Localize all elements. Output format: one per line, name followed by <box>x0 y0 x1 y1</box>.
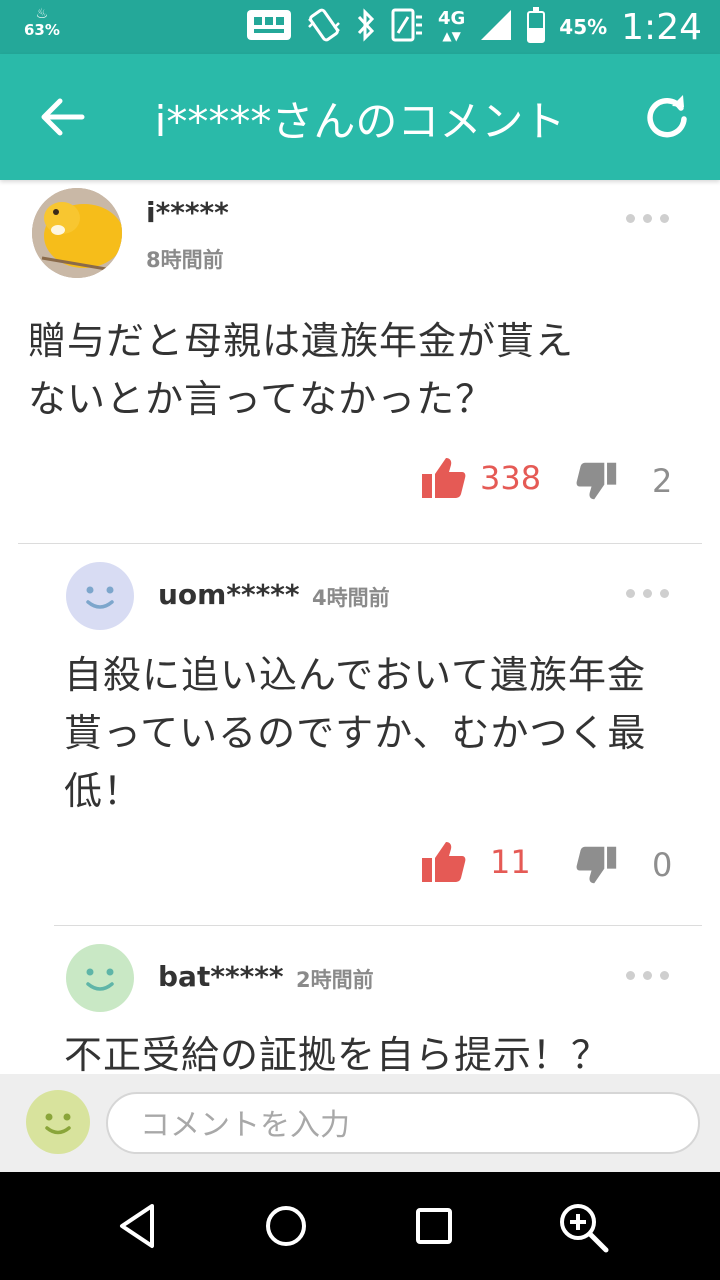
back-button[interactable] <box>38 92 88 142</box>
signal-icon <box>479 8 513 46</box>
dislike-count: 2 <box>652 462 673 500</box>
reply-timestamp: 4時間前 <box>312 586 390 610</box>
battery-icon <box>527 7 546 43</box>
reload-button[interactable] <box>644 94 690 140</box>
nfc-icon <box>390 7 424 47</box>
vibrate-icon <box>306 7 342 47</box>
comment-input-wrapper[interactable] <box>106 1092 700 1154</box>
like-button[interactable]: 338 <box>420 456 541 500</box>
comment-line: 貰っているのですか、むかつく最 <box>64 711 647 755</box>
my-avatar <box>26 1090 90 1154</box>
dislike-count: 0 <box>652 846 673 884</box>
thumbs-down-icon <box>576 462 617 500</box>
thumbs-up-icon <box>422 458 466 498</box>
like-count: 11 <box>490 843 531 881</box>
page-title: i*****さんのコメント <box>154 97 566 146</box>
comment-timestamp: 8時間前 <box>146 248 224 272</box>
status-icons: 4G ▲▼ 45% 1:24 <box>246 6 702 48</box>
bird-avatar-icon <box>32 188 122 278</box>
reply-timestamp: 2時間前 <box>296 968 374 992</box>
network-label: 4G <box>437 7 466 29</box>
dislike-button[interactable]: 0 <box>576 844 672 886</box>
comment-input-bar <box>0 1074 720 1172</box>
zoom-icon <box>560 1204 609 1253</box>
thumbs-down-icon <box>576 846 617 884</box>
like-count: 338 <box>480 459 542 497</box>
avatar-smiley[interactable] <box>66 562 134 630</box>
reply-body: 自殺に追い込んでおいて遺族年金 貰っているのですか、むかつく最 低！ <box>64 646 704 820</box>
recents-square-icon <box>416 1208 452 1244</box>
arrow-left-icon <box>41 98 85 136</box>
status-left-text: 63% <box>24 21 60 39</box>
nav-zoom-button[interactable] <box>552 1196 612 1256</box>
dislike-button[interactable]: 2 <box>576 460 672 502</box>
network-4g-icon: 4G ▲▼ <box>437 7 466 43</box>
comment-line: ないとか言ってなかった？ <box>28 377 495 421</box>
smiley-face-icon <box>45 1113 71 1135</box>
divider <box>54 925 702 926</box>
divider <box>18 543 702 544</box>
status-left-indicator: ♨ 63% <box>24 6 60 38</box>
comment-input[interactable] <box>138 1104 662 1146</box>
more-options-button[interactable] <box>626 589 669 598</box>
clock: 1:24 <box>621 6 702 48</box>
battery-percent: 45% <box>559 15 608 39</box>
like-button[interactable]: 11 <box>420 840 531 884</box>
back-triangle-icon <box>120 1204 154 1248</box>
system-nav-bar <box>0 1172 720 1280</box>
flame-icon: ♨ <box>35 6 49 22</box>
reply-username[interactable]: uom***** <box>158 578 300 611</box>
comment-line: 低！ <box>64 769 143 813</box>
smiley-face-icon <box>86 586 114 609</box>
nav-home-button[interactable] <box>256 1196 316 1256</box>
smiley-face-icon <box>86 968 114 991</box>
avatar-smiley[interactable] <box>66 944 134 1012</box>
app-bar: i*****さんのコメント <box>0 54 720 180</box>
avatar-bird[interactable] <box>32 188 122 278</box>
nav-back-button[interactable] <box>108 1196 168 1256</box>
home-circle-icon <box>266 1206 306 1246</box>
more-options-button[interactable] <box>626 971 669 980</box>
status-bar: ♨ 63% 4G ▲▼ 45% 1:24 <box>0 0 720 54</box>
comment-body: 贈与だと母親は遺族年金が貰え ないとか言ってなかった？ <box>28 312 698 428</box>
comment-username[interactable]: i***** <box>146 196 229 229</box>
comment-line: 贈与だと母親は遺族年金が貰え <box>28 319 575 363</box>
reply-username[interactable]: bat***** <box>158 960 284 993</box>
refresh-icon <box>647 95 687 138</box>
more-options-button[interactable] <box>626 214 669 223</box>
bluetooth-icon <box>356 8 376 46</box>
thumbs-up-icon <box>422 842 466 882</box>
comment-line: 自殺に追い込んでおいて遺族年金 <box>64 653 646 697</box>
notification-icon <box>246 9 292 45</box>
nav-recents-button[interactable] <box>404 1196 464 1256</box>
